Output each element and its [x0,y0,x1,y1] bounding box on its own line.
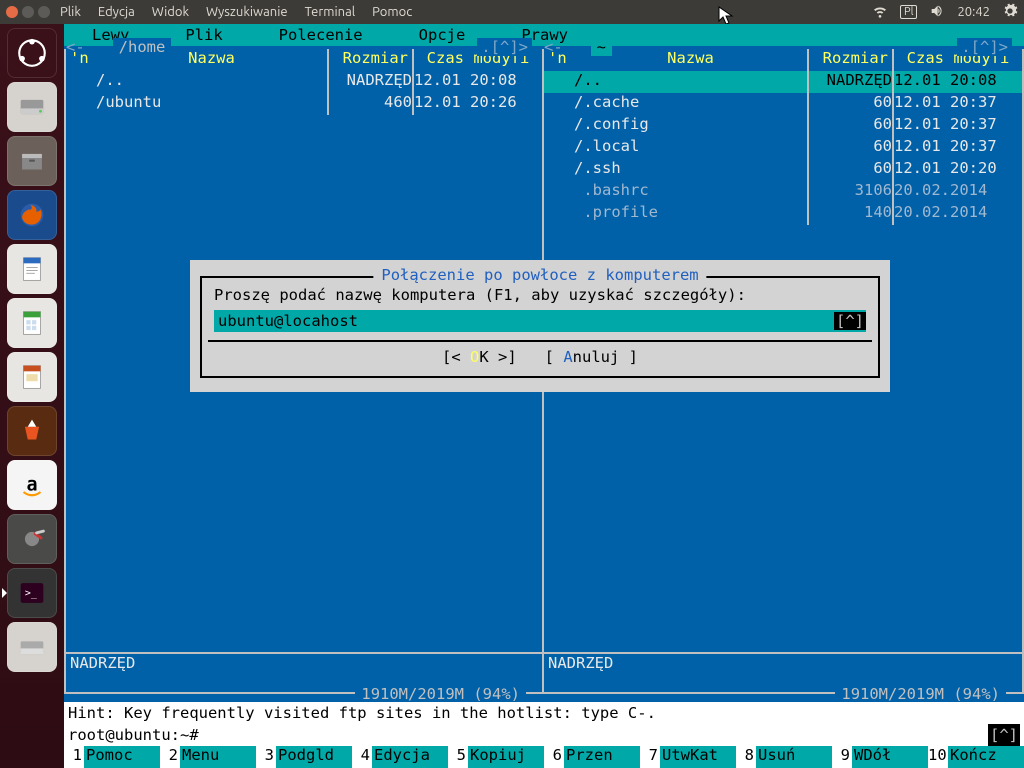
launcher-terminal[interactable]: >_ [7,568,57,618]
launcher-external-disk[interactable] [7,622,57,672]
window-buttons [6,6,50,18]
launcher-software-center[interactable] [7,406,57,456]
fkey-2[interactable]: Menu [180,746,256,768]
fkey-9[interactable]: WDół [852,746,928,768]
left-sort-hint[interactable]: .[^]> [477,38,532,56]
fkey-number: 4 [352,746,372,768]
fkey-8[interactable]: Usuń [756,746,832,768]
shell-link-dialog: Połączenie po powłoce z komputerem Prosz… [190,260,890,392]
launcher-disk[interactable] [7,82,57,132]
fkey-number: 2 [160,746,180,768]
window-minimize-button[interactable] [22,6,34,18]
dialog-hostname-input[interactable]: ubuntu@locahost [^] [214,310,866,332]
fkey-number: 8 [736,746,756,768]
wifi-icon[interactable] [872,3,888,22]
window-maximize-button[interactable] [38,6,50,18]
shell-prompt[interactable]: root@ubuntu:~# [^] [64,724,1024,746]
right-mini-status: NADRZĘD 1910M/2019M (94%) [544,652,1022,692]
file-row[interactable]: .profile14020.02.2014 [544,203,1022,225]
history-dropdown-icon[interactable]: [^] [834,312,866,330]
launcher-firefox[interactable] [7,190,57,240]
fkey-7[interactable]: UtwKat [660,746,736,768]
unity-launcher: a >_ [0,24,64,768]
function-key-bar: 1Pomoc2Menu3Podgld4Edycja5Kopiuj6Przen7U… [64,746,1024,768]
settings-gear-icon[interactable] [1002,3,1018,22]
right-panel-path[interactable]: ~ [591,38,612,56]
file-row[interactable]: /.config6012.01 20:37 [544,115,1022,137]
fkey-number: 1 [64,746,84,768]
dialog-prompt: Proszę podać nazwę komputera (F1, aby uz… [208,284,872,306]
right-sort-hint[interactable]: .[^]> [957,38,1012,56]
fkey-number: 9 [832,746,852,768]
clock[interactable]: 20:42 [957,5,990,19]
left-disk-usage: 1910M/2019M (94%) [355,685,526,703]
fkey-number: 3 [256,746,276,768]
svg-text:>_: >_ [25,588,37,599]
volume-icon[interactable] [929,3,945,22]
launcher-dash[interactable] [7,28,57,78]
launcher-settings[interactable] [7,514,57,564]
fkey-3[interactable]: Podgld [276,746,352,768]
keyboard-layout-indicator[interactable]: Pl [900,5,917,19]
right-panel-title: <-~ .[^]> [544,38,1022,56]
fkey-number: 7 [640,746,660,768]
menu-file[interactable]: Plik [60,5,81,19]
left-mini-status: NADRZĘD 1910M/2019M (94%) [66,652,542,692]
launcher-impress[interactable] [7,352,57,402]
file-row[interactable]: .bashrc310620.02.2014 [544,181,1022,203]
fkey-number: 5 [448,746,468,768]
prompt-history-icon[interactable]: [^] [988,724,1020,746]
file-row[interactable]: /ubuntu46012.01 20:26 [66,93,542,115]
cancel-button[interactable]: [ Anuluj ] [545,348,638,366]
file-row[interactable]: /.cache6012.01 20:37 [544,93,1022,115]
system-tray: Pl 20:42 [872,3,1018,22]
menu-view[interactable]: Widok [152,5,189,19]
menu-help[interactable]: Pomoc [372,5,412,19]
ok-button[interactable]: [< OK >] [442,348,517,366]
menu-edit[interactable]: Edycja [98,5,135,19]
launcher-calc[interactable] [7,298,57,348]
fkey-1[interactable]: Pomoc [84,746,160,768]
menu-terminal[interactable]: Terminal [305,5,356,19]
hint-line: Hint: Key frequently visited ftp sites i… [64,702,1024,724]
file-row[interactable]: /..NADRZĘD12.01 20:08 [544,71,1022,93]
file-row[interactable]: /..NADRZĘD12.01 20:08 [66,71,542,93]
file-row[interactable]: /.local6012.01 20:37 [544,137,1022,159]
fkey-number: 10 [928,746,948,768]
window-close-button[interactable] [6,6,18,18]
svg-text:a: a [26,475,37,496]
fkey-6[interactable]: Przen [564,746,640,768]
fkey-10[interactable]: Kończ [948,746,1024,768]
fkey-number: 6 [544,746,564,768]
dialog-separator [208,340,872,342]
launcher-files[interactable] [7,136,57,186]
dialog-title: Połączenie po powłoce z komputerem [373,266,706,284]
system-menu-bar: Plik Edycja Widok Wyszukiwanie Terminal … [0,0,1024,24]
active-app-indicator-icon [2,588,7,598]
fkey-4[interactable]: Edycja [372,746,448,768]
app-menu: Plik Edycja Widok Wyszukiwanie Terminal … [60,5,426,19]
launcher-writer[interactable] [7,244,57,294]
launcher-amazon[interactable]: a [7,460,57,510]
right-disk-usage: 1910M/2019M (94%) [835,685,1006,703]
midnight-commander: Lewy Plik Polecenie Opcje Prawy <-/home … [64,24,1024,768]
left-panel-title: <-/home .[^]> [66,38,542,56]
menu-search[interactable]: Wyszukiwanie [206,5,288,19]
file-row[interactable]: /.ssh6012.01 20:20 [544,159,1022,181]
fkey-5[interactable]: Kopiuj [468,746,544,768]
left-panel-path[interactable]: /home [113,38,172,56]
